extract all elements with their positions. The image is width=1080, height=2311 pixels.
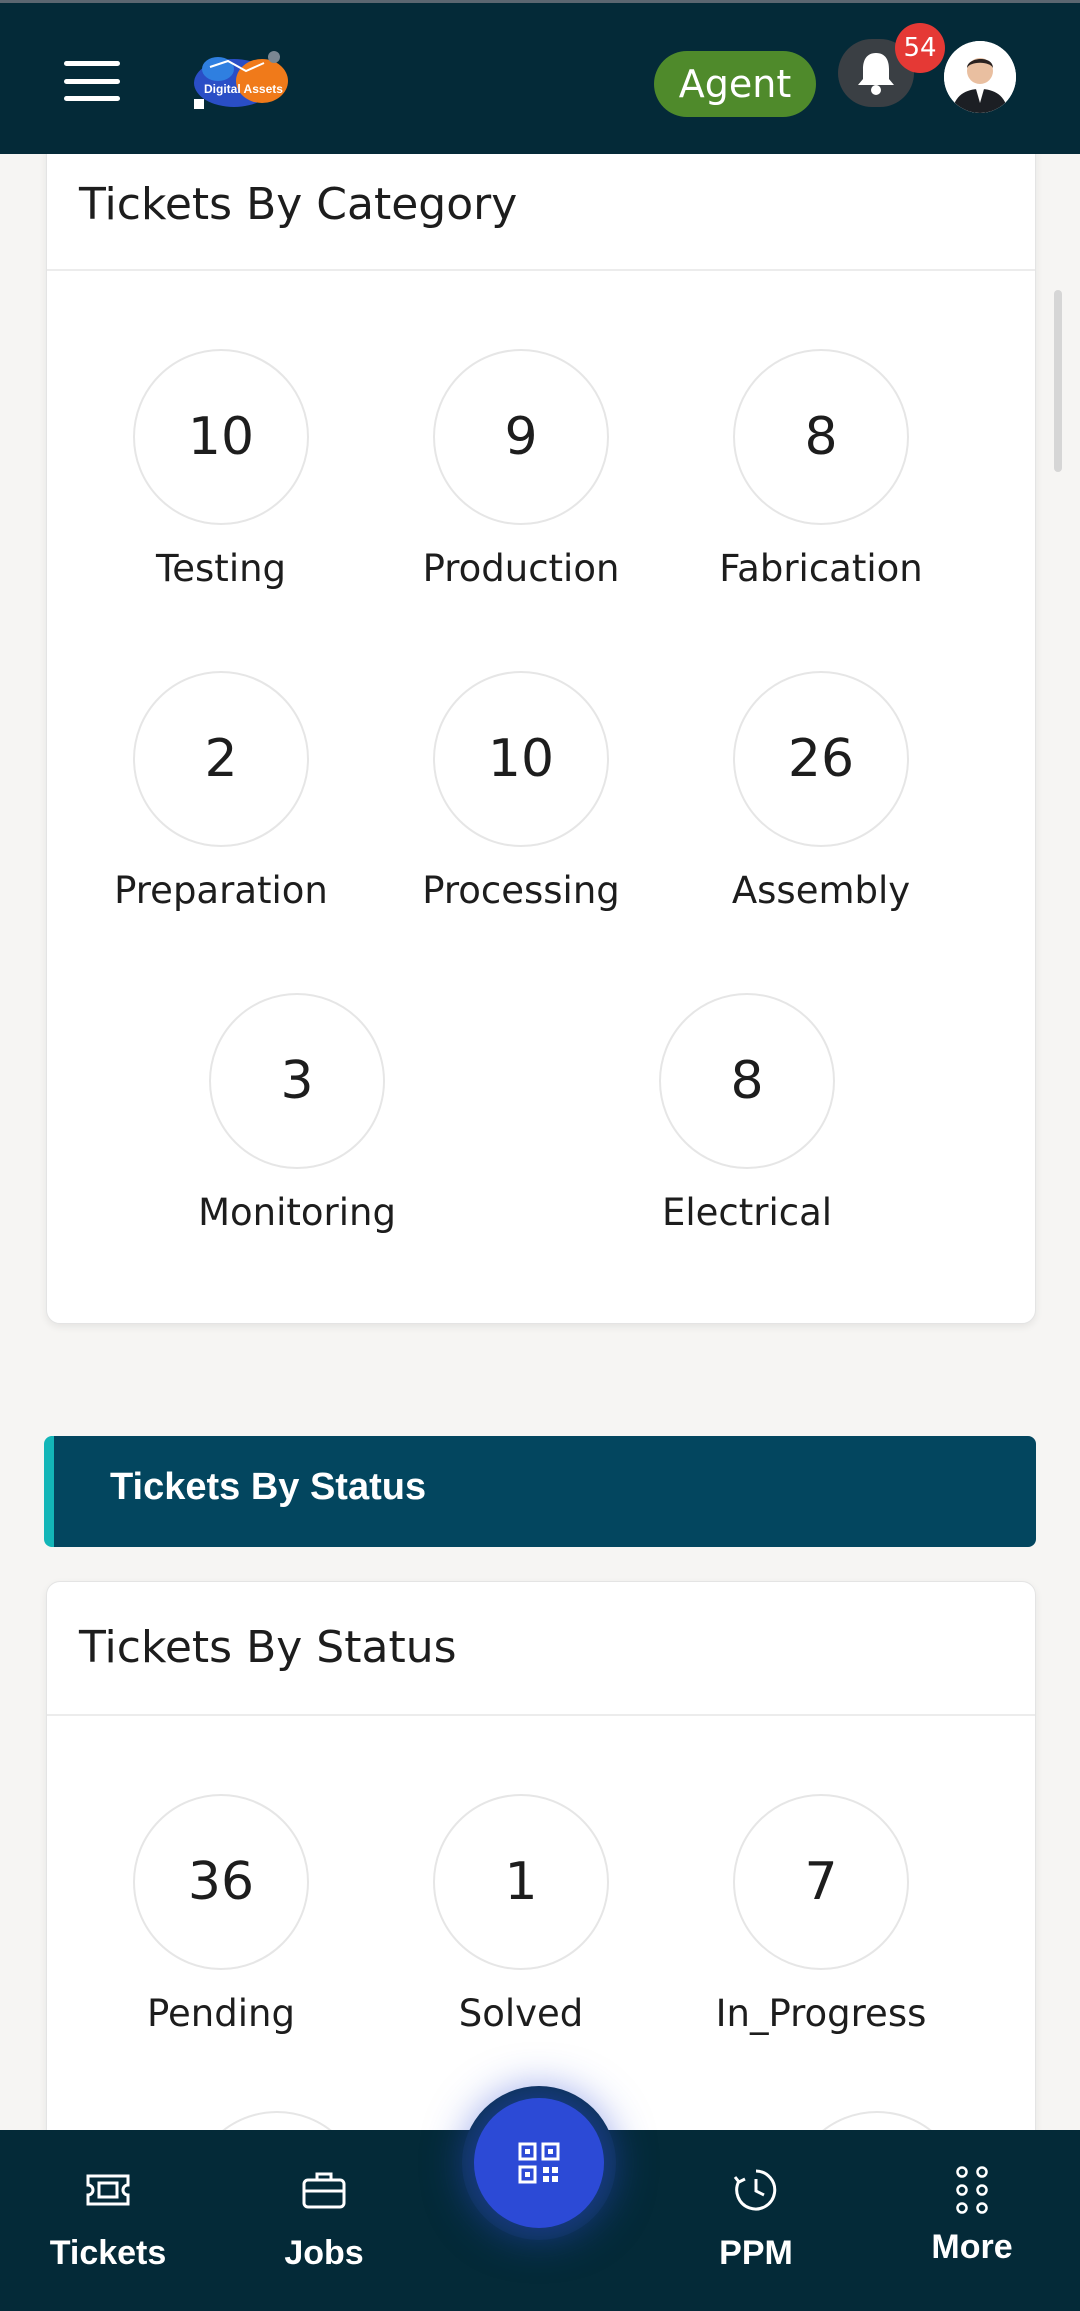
- stat-label: Fabrication: [719, 547, 923, 590]
- clock-icon: [666, 2160, 846, 2220]
- stat-count: 26: [733, 671, 909, 847]
- nav-more[interactable]: More: [882, 2160, 1062, 2267]
- user-avatar[interactable]: [944, 41, 1016, 113]
- app-logo: Digital Assets: [188, 47, 294, 113]
- divider: [47, 1714, 1035, 1716]
- stat-label: In_Progress: [715, 1992, 927, 2035]
- grid-dots-icon: [882, 2160, 1062, 2220]
- stat-count: 8: [659, 993, 835, 1169]
- ticket-icon: [18, 2160, 198, 2220]
- stat-count: 36: [133, 1794, 309, 1970]
- role-badge[interactable]: Agent: [654, 51, 816, 117]
- logo-text: Digital Assets: [204, 82, 283, 96]
- stat-count: 2: [133, 671, 309, 847]
- stat-label: Electrical: [661, 1191, 833, 1234]
- dashboard-page: Digital Assets Agent 54 Tickets By Categ…: [0, 0, 1080, 2311]
- qr-scan-button[interactable]: [474, 2098, 604, 2228]
- briefcase-icon: [234, 2160, 414, 2220]
- nav-tickets[interactable]: Tickets: [18, 2160, 198, 2273]
- divider: [47, 269, 1035, 271]
- hamburger-menu-icon[interactable]: [64, 61, 120, 101]
- bell-icon: [858, 53, 894, 95]
- status-section-title: Tickets By Status: [110, 1466, 427, 1508]
- stat-count: 1: [433, 1794, 609, 1970]
- stat-count: 10: [433, 671, 609, 847]
- stat-count: 8: [733, 349, 909, 525]
- scrollbar[interactable]: [1054, 290, 1062, 472]
- status-section-header: Tickets By Status: [44, 1436, 1036, 1547]
- category-stat-testing[interactable]: 10 Testing: [101, 349, 341, 590]
- stat-count: 7: [733, 1794, 909, 1970]
- category-card-title: Tickets By Category: [79, 179, 518, 230]
- category-stat-production[interactable]: 9 Production: [401, 349, 641, 590]
- status-stat-in-progress[interactable]: 7 In_Progress: [701, 1794, 941, 2035]
- notification-count-badge: 54: [895, 23, 945, 73]
- nav-jobs[interactable]: Jobs: [234, 2160, 414, 2273]
- stat-count: 10: [133, 349, 309, 525]
- stat-count: 9: [433, 349, 609, 525]
- nav-label: More: [931, 2228, 1013, 2266]
- top-app-bar: Digital Assets Agent 54: [0, 0, 1080, 154]
- category-stat-assembly[interactable]: 26 Assembly: [701, 671, 941, 912]
- qr-code-icon: [518, 2142, 560, 2184]
- nav-label: Tickets: [49, 2234, 167, 2272]
- category-stat-fabrication[interactable]: 8 Fabrication: [701, 349, 941, 590]
- stat-label: Testing: [155, 547, 287, 590]
- stat-label: Monitoring: [198, 1191, 396, 1234]
- category-stat-monitoring[interactable]: 3 Monitoring: [177, 993, 417, 1234]
- stat-label: Preparation: [114, 869, 328, 912]
- category-stat-electrical[interactable]: 8 Electrical: [627, 993, 867, 1234]
- status-card-title: Tickets By Status: [79, 1622, 457, 1673]
- category-card: Tickets By Category 10 Testing 9 Product…: [46, 120, 1036, 1324]
- stat-label: Solved: [458, 1992, 584, 2035]
- stat-count: 3: [209, 993, 385, 1169]
- category-stat-processing[interactable]: 10 Processing: [401, 671, 641, 912]
- category-stat-preparation[interactable]: 2 Preparation: [101, 671, 341, 912]
- status-stat-pending[interactable]: 36 Pending: [101, 1794, 341, 2035]
- stat-label: Pending: [147, 1992, 295, 2035]
- stat-label: Production: [422, 547, 620, 590]
- stat-label: Processing: [422, 869, 620, 912]
- stat-label: Assembly: [731, 869, 911, 912]
- nav-label: Jobs: [284, 2234, 364, 2272]
- nav-label: PPM: [719, 2234, 793, 2272]
- nav-ppm[interactable]: PPM: [666, 2160, 846, 2273]
- status-stat-solved[interactable]: 1 Solved: [401, 1794, 641, 2035]
